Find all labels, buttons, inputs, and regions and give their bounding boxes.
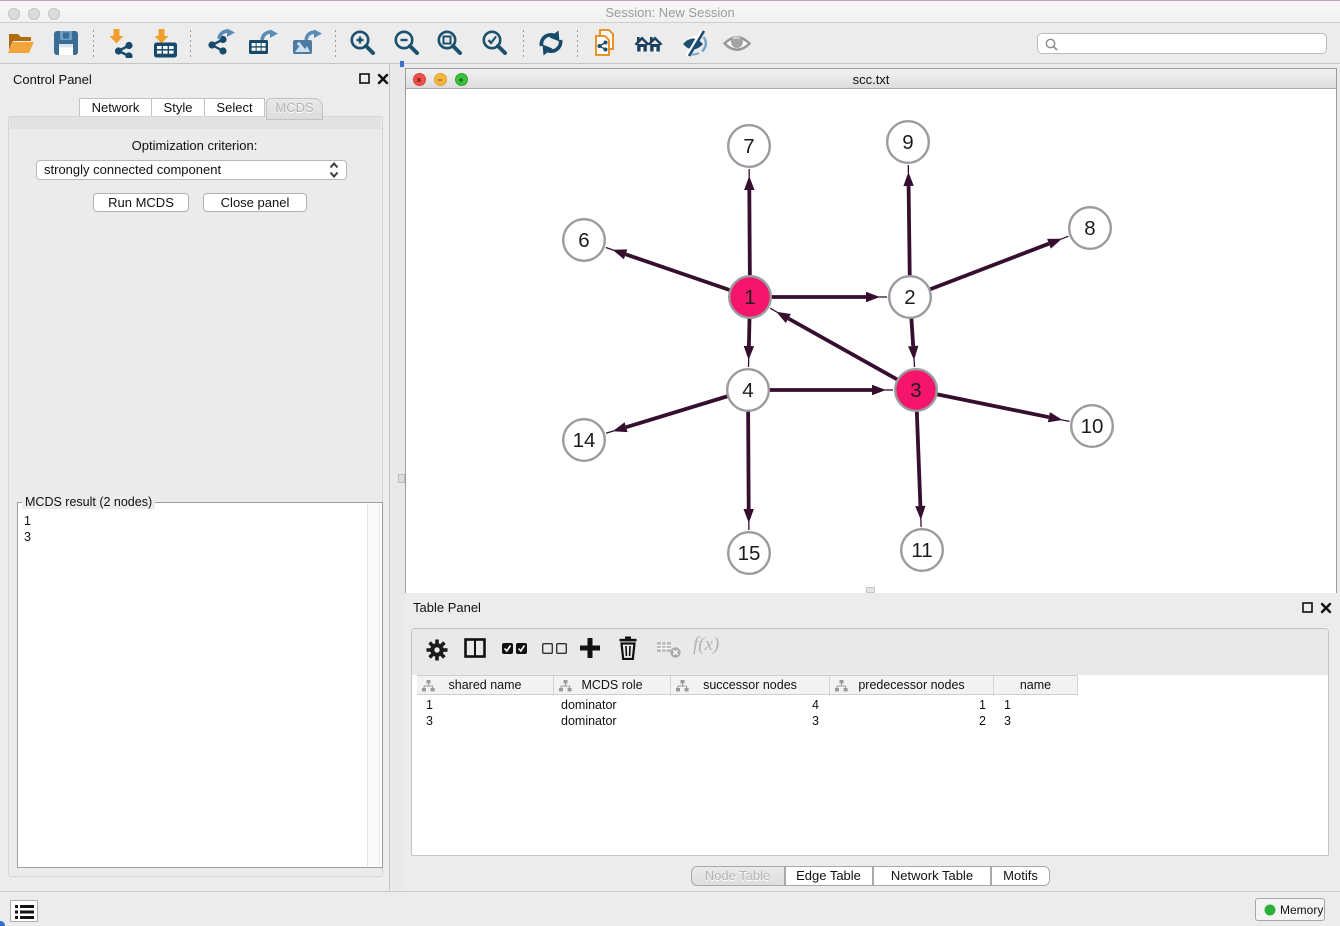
svg-text:11: 11	[911, 539, 932, 562]
svg-text:6: 6	[578, 229, 589, 252]
svg-text:15: 15	[738, 542, 761, 565]
svg-text:1: 1	[744, 286, 755, 309]
svg-text:9: 9	[902, 131, 913, 154]
svg-text:2: 2	[904, 286, 915, 309]
svg-text:14: 14	[573, 429, 596, 452]
svg-text:10: 10	[1081, 415, 1104, 438]
svg-text:8: 8	[1084, 217, 1095, 240]
svg-text:7: 7	[743, 135, 754, 158]
svg-text:4: 4	[742, 379, 753, 402]
svg-text:3: 3	[910, 379, 921, 402]
